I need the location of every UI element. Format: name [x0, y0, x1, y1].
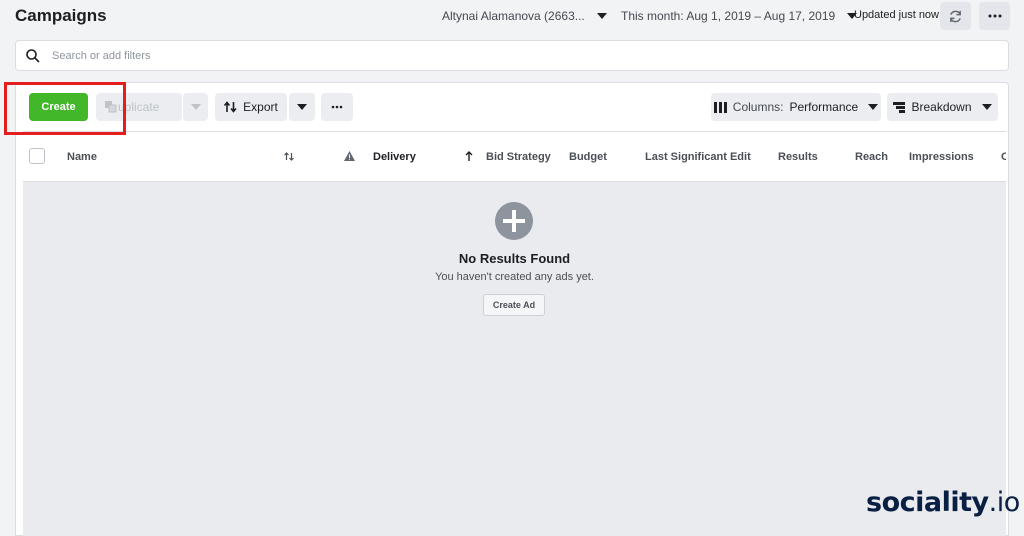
refresh-icon: [950, 10, 961, 22]
empty-state-title: No Results Found: [458, 251, 571, 266]
plus-circle-icon: [495, 202, 533, 240]
top-bar: Campaigns Altynai Alamanova (2663... Thi…: [0, 0, 1024, 34]
refresh-button[interactable]: [940, 2, 971, 30]
watermark-suffix: .io: [988, 487, 1021, 518]
account-name: Altynai Alamanova (2663...: [442, 9, 585, 23]
chevron-down-icon: [868, 104, 879, 110]
empty-state: No Results Found You haven't created any…: [23, 182, 1006, 536]
column-header-results[interactable]: Results: [778, 151, 818, 163]
columns-value: Performance: [789, 100, 859, 114]
export-button[interactable]: Export: [215, 93, 287, 121]
more-icon: [988, 14, 1001, 18]
export-icon: [224, 101, 237, 113]
column-header-bid-strategy[interactable]: Bid Strategy: [486, 151, 551, 163]
sort-icon[interactable]: [284, 152, 294, 161]
more-icon: [331, 105, 343, 109]
column-header-last-significant-edit[interactable]: Last Significant Edit: [645, 151, 751, 163]
column-header-impressions[interactable]: Impressions: [909, 151, 974, 163]
campaigns-panel: Create uplicate Export Columns: Performa…: [15, 82, 1009, 536]
columns-icon: [713, 101, 727, 113]
annotation-highlight-box: [4, 82, 126, 135]
create-ad-button[interactable]: Create Ad: [483, 294, 545, 316]
search-icon: [26, 49, 40, 63]
more-options-button[interactable]: [979, 2, 1010, 30]
more-actions-button[interactable]: [321, 93, 353, 121]
column-header-delivery[interactable]: Delivery: [373, 151, 416, 163]
breakdown-label: Breakdown: [911, 100, 972, 114]
arrow-up-icon[interactable]: [465, 151, 473, 161]
account-selector[interactable]: Altynai Alamanova (2663...: [442, 9, 607, 23]
duplicate-dropdown-button[interactable]: [183, 93, 208, 121]
column-header-budget[interactable]: Budget: [569, 151, 607, 163]
table-header: Name Delivery Bid Strategy Budget Last S…: [23, 131, 1006, 182]
date-range-selector[interactable]: This month: Aug 1, 2019 – Aug 17, 2019: [621, 9, 858, 23]
date-range-label: This month: Aug 1, 2019 – Aug 17, 2019: [621, 9, 836, 23]
columns-button[interactable]: Columns: Performance: [711, 93, 881, 121]
column-header-reach[interactable]: Reach: [855, 151, 888, 163]
search-input[interactable]: [52, 41, 952, 70]
chevron-down-icon: [297, 104, 307, 110]
export-label: Export: [243, 100, 278, 114]
toolbar: Create uplicate Export Columns: Performa…: [16, 83, 1008, 131]
column-header-name[interactable]: Name: [67, 151, 97, 163]
chevron-down-icon: [981, 104, 992, 110]
columns-prefix: Columns:: [732, 100, 784, 114]
column-header-truncated[interactable]: C: [1001, 151, 1006, 163]
page-title: Campaigns: [15, 6, 107, 25]
warning-icon: [344, 151, 355, 161]
breakdown-button[interactable]: Breakdown: [887, 93, 998, 121]
empty-state-subtitle: You haven't created any ads yet.: [435, 271, 594, 283]
chevron-down-icon: [596, 13, 607, 19]
chevron-down-icon: [190, 104, 201, 110]
select-all-checkbox[interactable]: [29, 148, 45, 164]
watermark-logo: sociality.io: [866, 487, 1020, 518]
watermark-brand: sociality: [866, 487, 989, 518]
breakdown-icon: [893, 101, 906, 113]
search-bar[interactable]: [15, 40, 1009, 71]
export-dropdown-button[interactable]: [289, 93, 315, 121]
updated-status: Updated just now: [854, 9, 939, 21]
